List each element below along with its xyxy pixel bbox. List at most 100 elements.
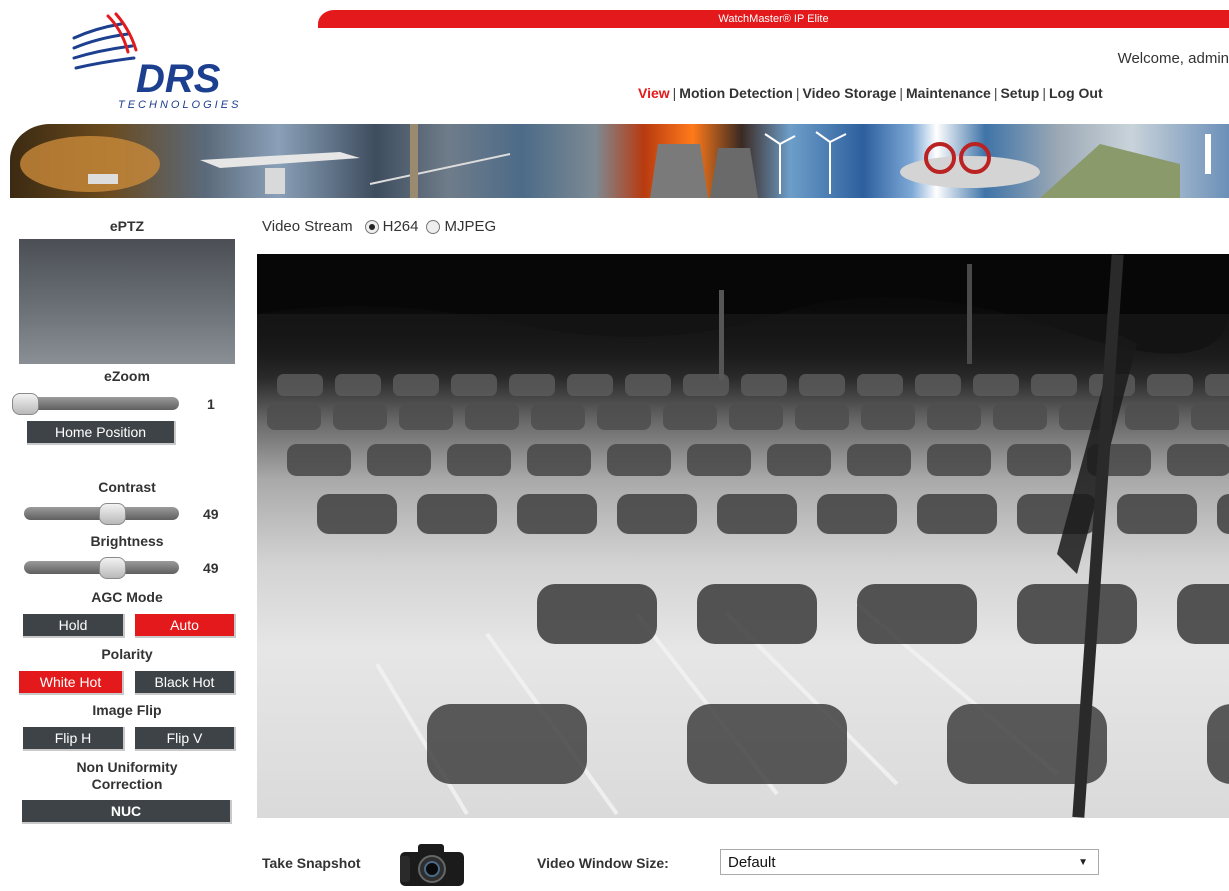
agc-auto-button[interactable]: Auto [135,614,236,638]
parked-car [1117,494,1197,534]
chevron-down-icon[interactable]: ▼ [1078,850,1088,876]
parked-car [1007,444,1071,476]
parked-car [927,444,991,476]
app-title-bar: WatchMaster® IP Elite [318,10,1229,28]
parked-car [317,494,397,534]
stream-option-mjpeg[interactable]: MJPEG [426,218,496,235]
nav-setup[interactable]: Setup [1000,85,1039,101]
header-banner-image [10,124,1229,198]
video-stream-selector: Video Stream H264 MJPEG [262,218,496,235]
nav-separator: | [795,85,800,101]
parked-car [287,444,351,476]
parked-car [741,374,787,396]
parked-car [927,404,981,430]
home-position-button[interactable]: Home Position [27,421,176,445]
parked-car [537,584,657,644]
brightness-value: 49 [203,560,219,576]
white-hot-button[interactable]: White Hot [19,671,124,695]
video-window-size-select[interactable]: Default ▼ [720,849,1099,875]
parked-car [527,444,591,476]
nav-maintenance[interactable]: Maintenance [906,85,991,101]
parked-car [1191,404,1229,430]
eptz-label: ePTZ [109,218,145,234]
parked-car [367,444,431,476]
parked-car [451,374,497,396]
video-window-size-label: Video Window Size: [537,855,669,871]
parked-car [417,494,497,534]
parked-car [817,494,897,534]
parked-car [697,584,817,644]
parked-car [687,444,751,476]
drs-logo: DRS TECHNOLOGIES [66,8,276,116]
nav-view[interactable]: View [638,85,670,101]
parked-car [267,404,321,430]
contrast-value: 49 [203,506,219,522]
parked-car [683,374,729,396]
parked-car [509,374,555,396]
h264-radio[interactable] [364,219,379,234]
nav-motion-detection[interactable]: Motion Detection [679,85,793,101]
parked-car [857,374,903,396]
parked-car [663,404,717,430]
agc-hold-button[interactable]: Hold [23,614,125,638]
parked-car [1217,494,1229,534]
ezoom-slider-thumb[interactable] [12,393,39,415]
mjpeg-radio[interactable] [426,219,441,234]
ezoom-value: 1 [207,396,215,412]
brightness-label: Brightness [90,533,164,549]
nav-video-storage[interactable]: Video Storage [802,85,896,101]
parked-car [857,584,977,644]
video-feed[interactable] [257,254,1229,818]
parked-car [795,404,849,430]
parked-car [687,704,847,784]
parked-car [767,444,831,476]
parked-car [447,444,511,476]
parked-car [465,404,519,430]
parked-car [277,374,323,396]
parked-car [393,374,439,396]
parked-car [625,374,671,396]
camera-icon[interactable] [398,842,466,886]
contrast-label: Contrast [98,479,156,495]
parked-car [1167,444,1229,476]
video-stream-label: Video Stream [262,218,353,235]
image-flip-label: Image Flip [92,702,162,718]
logo-subtext: TECHNOLOGIES [118,99,241,111]
nuc-button[interactable]: NUC [22,800,232,824]
nuc-label-line1: Non Uniformity [76,759,178,775]
nuc-label-line2: Correction [91,776,163,792]
brightness-slider-thumb[interactable] [99,557,127,579]
parked-car [427,704,587,784]
flip-v-button[interactable]: Flip V [135,727,236,751]
parked-car [335,374,381,396]
nav-separator: | [672,85,677,101]
parked-car [973,374,1019,396]
parked-car [567,374,613,396]
nav-log-out[interactable]: Log Out [1049,85,1103,101]
parked-car [917,494,997,534]
parked-car [1017,584,1137,644]
nav-separator: | [993,85,998,101]
logo-wordmark: DRS [136,57,221,101]
stream-option-h264[interactable]: H264 [364,218,418,235]
parked-car [861,404,915,430]
nav-separator: | [899,85,904,101]
nav-separator: | [1042,85,1046,101]
ezoom-label: eZoom [104,368,150,384]
contrast-slider-thumb[interactable] [99,503,127,525]
parked-car [993,404,1047,430]
flip-h-button[interactable]: Flip H [23,727,125,751]
parked-car [729,404,783,430]
parked-car [1205,374,1229,396]
main-nav: View | Motion Detection | Video Storage | Main… [638,85,1103,101]
agc-mode-label: AGC Mode [91,589,163,605]
parked-car [915,374,961,396]
black-hot-button[interactable]: Black Hot [135,671,236,695]
parked-car [333,404,387,430]
parked-car [531,404,585,430]
app-title: WatchMaster® IP Elite [718,13,829,25]
mjpeg-label: MJPEG [444,218,497,235]
eptz-preview[interactable] [19,239,235,364]
parked-car [1147,374,1193,396]
parked-car [1031,374,1077,396]
